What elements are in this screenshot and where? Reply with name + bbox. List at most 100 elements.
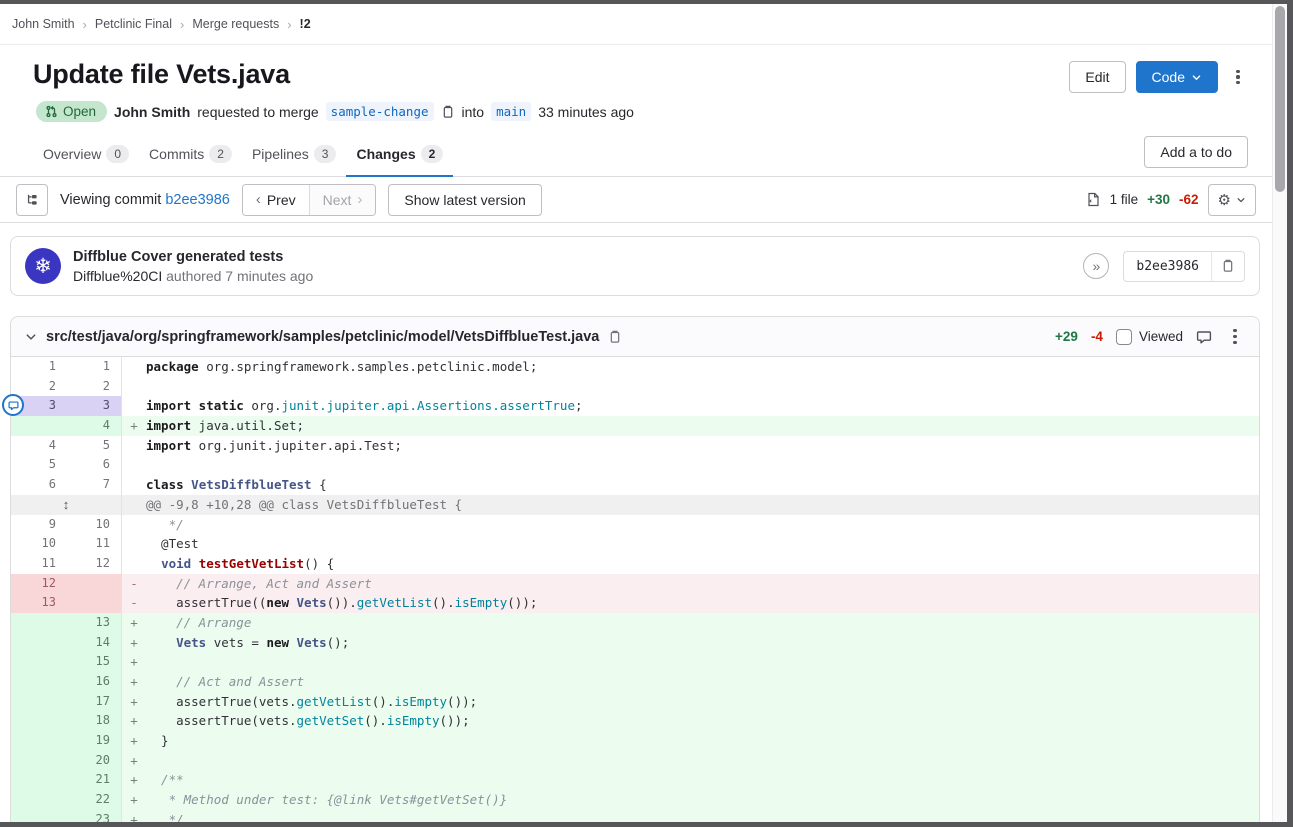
show-latest-version-button[interactable]: Show latest version	[388, 184, 541, 216]
new-line-number[interactable]: 15	[67, 652, 121, 672]
collapse-file-button[interactable]	[25, 331, 37, 343]
old-line-number[interactable]	[11, 790, 67, 810]
new-line-number[interactable]: 19	[67, 731, 121, 751]
source-branch-link[interactable]: sample-change	[326, 102, 434, 121]
old-line-number[interactable]: 4	[11, 436, 67, 456]
commit-sha-link[interactable]: b2ee3986	[165, 192, 230, 208]
old-line-number[interactable]	[11, 652, 67, 672]
code-line: import static org.junit.jupiter.api.Asse…	[121, 396, 1259, 416]
viewed-checkbox[interactable]	[1116, 329, 1132, 345]
old-line-number[interactable]	[11, 770, 67, 790]
new-line-number[interactable]: 12	[67, 554, 121, 574]
new-line-number[interactable]: 1	[67, 357, 121, 377]
next-commit-button[interactable]: Next ›	[309, 185, 376, 215]
file-comment-button[interactable]	[1196, 329, 1212, 345]
old-line-number[interactable]: 5	[11, 455, 67, 475]
new-line-number[interactable]	[67, 593, 121, 613]
old-line-number[interactable]: 10	[11, 534, 67, 554]
new-line-number[interactable]: 3	[67, 396, 121, 416]
diff-row: 56	[11, 455, 1259, 475]
old-line-number[interactable]	[11, 416, 67, 436]
new-line-number[interactable]: 23	[67, 810, 121, 822]
copy-file-path-button[interactable]	[608, 330, 622, 344]
breadcrumb-project[interactable]: Petclinic Final	[95, 17, 172, 31]
old-line-number[interactable]: 9	[11, 515, 67, 535]
scrollbar-thumb[interactable]	[1275, 6, 1285, 192]
old-line-number[interactable]: 13	[11, 593, 67, 613]
diff-settings-button[interactable]: ⚙	[1208, 184, 1256, 216]
old-line-number[interactable]	[11, 613, 67, 633]
tab-changes[interactable]: Changes 2	[346, 130, 453, 176]
file-additions: +29	[1055, 329, 1078, 344]
new-line-number[interactable]: 5	[67, 436, 121, 456]
breadcrumb-group[interactable]: John Smith	[12, 17, 75, 31]
old-line-number[interactable]: 12	[11, 574, 67, 594]
old-line-number[interactable]	[11, 810, 67, 822]
edit-button[interactable]: Edit	[1069, 61, 1125, 93]
new-line-number[interactable]: 11	[67, 534, 121, 554]
old-line-number[interactable]: 1	[11, 357, 67, 377]
prev-commit-button[interactable]: ‹ Prev	[243, 185, 309, 215]
code-dropdown-button[interactable]: Code	[1136, 61, 1218, 93]
new-line-number[interactable]: 20	[67, 751, 121, 771]
tab-label: Changes	[356, 146, 415, 162]
diff-row: 23+ */	[11, 810, 1259, 822]
new-line-number[interactable]	[67, 574, 121, 594]
new-line-number[interactable]: 18	[67, 711, 121, 731]
commit-author[interactable]: Diffblue%20CI	[73, 268, 162, 284]
avatar[interactable]: ❄	[25, 248, 61, 284]
diff-marker: -	[122, 593, 146, 613]
add-todo-button[interactable]: Add a to do	[1144, 136, 1248, 168]
breadcrumb-merge-requests[interactable]: Merge requests	[192, 17, 279, 31]
old-line-number[interactable]	[11, 751, 67, 771]
code-line: */	[121, 515, 1259, 535]
old-line-number[interactable]	[11, 731, 67, 751]
file-path[interactable]: src/test/java/org/springframework/sample…	[46, 329, 599, 345]
diff-marker: -	[122, 574, 146, 594]
tab-pipelines[interactable]: Pipelines 3	[242, 130, 347, 176]
commit-title[interactable]: Diffblue Cover generated tests	[73, 249, 1083, 265]
commit-prev-next-group: ‹ Prev Next ›	[242, 184, 377, 216]
new-line-number[interactable]: 10	[67, 515, 121, 535]
old-line-number[interactable]	[11, 711, 67, 731]
new-line-number[interactable]: 14	[67, 633, 121, 653]
commit-nav-bar: Viewing commit b2ee3986 ‹ Prev Next › Sh…	[0, 177, 1272, 223]
diff-marker: +	[122, 711, 146, 731]
new-line-number[interactable]: 6	[67, 455, 121, 475]
expand-lines-button[interactable]: ↕	[11, 495, 121, 515]
old-line-number[interactable]: 11	[11, 554, 67, 574]
new-line-number[interactable]: 2	[67, 377, 121, 397]
old-line-number[interactable]	[11, 633, 67, 653]
copy-branch-button[interactable]	[441, 105, 455, 119]
into-text: into	[462, 104, 485, 120]
diff-marker	[122, 534, 146, 554]
old-line-number[interactable]: 6	[11, 475, 67, 495]
tab-commits[interactable]: Commits 2	[139, 130, 242, 176]
new-line-number[interactable]: 7	[67, 475, 121, 495]
old-line-number[interactable]	[11, 672, 67, 692]
new-line-number[interactable]: 16	[67, 672, 121, 692]
copy-commit-sha-button[interactable]	[1211, 252, 1244, 281]
diff-marker	[122, 436, 146, 456]
diff-marker: +	[122, 790, 146, 810]
viewing-commit-text: Viewing commit b2ee3986	[60, 192, 230, 208]
tab-overview[interactable]: Overview 0	[33, 130, 139, 176]
diff-row: 15+	[11, 652, 1259, 672]
new-line-number[interactable]: 22	[67, 790, 121, 810]
target-branch-link[interactable]: main	[491, 102, 531, 121]
old-line-number[interactable]: 2	[11, 377, 67, 397]
new-line-number[interactable]: 17	[67, 692, 121, 712]
diff-marker	[122, 377, 146, 397]
new-line-number[interactable]: 13	[67, 613, 121, 633]
new-line-number[interactable]: 21	[67, 770, 121, 790]
status-badge-label: Open	[63, 104, 96, 119]
file-tree-toggle-button[interactable]	[16, 184, 48, 216]
file-options-kebab-menu[interactable]	[1225, 321, 1245, 353]
breadcrumb-mr-id[interactable]: !2	[300, 17, 311, 31]
page-scrollbar[interactable]	[1272, 4, 1287, 822]
new-line-number[interactable]: 4	[67, 416, 121, 436]
mr-author[interactable]: John Smith	[114, 104, 190, 120]
old-line-number[interactable]	[11, 692, 67, 712]
expand-commit-description-button[interactable]: »	[1083, 253, 1109, 279]
mr-options-kebab-menu[interactable]	[1228, 61, 1248, 93]
